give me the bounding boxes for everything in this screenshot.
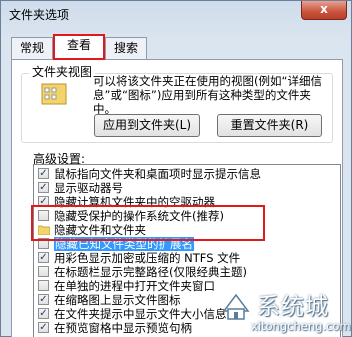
- checkbox[interactable]: ✓: [38, 252, 49, 263]
- folder-options-window: 文件夹选项 x 常规 查看 搜索 文件夹视图 可以将该文件夹正在使用的视图(例如…: [0, 0, 352, 337]
- checkbox[interactable]: [38, 280, 49, 291]
- watermark-domain: xitongcheng.com: [251, 319, 351, 333]
- close-button[interactable]: x: [301, 1, 347, 20]
- folder-view-label: 文件夹视图: [29, 63, 96, 80]
- checkbox[interactable]: [38, 266, 49, 277]
- folder-view-icon: [41, 83, 67, 105]
- tab-general[interactable]: 常规: [11, 37, 53, 59]
- checkbox[interactable]: ✓: [38, 308, 49, 319]
- tab-view[interactable]: 查看: [53, 34, 105, 60]
- watermark: 系统城 xitongcheng.com: [209, 287, 352, 337]
- title-bar: 文件夹选项 x: [1, 1, 351, 29]
- window-title: 文件夹选项: [9, 8, 70, 22]
- reset-folders-button[interactable]: 重置文件夹(R): [217, 114, 322, 137]
- checkbox[interactable]: ✓: [38, 168, 49, 179]
- watermark-brand: 系统城: [257, 294, 329, 320]
- folder-icon: [38, 225, 50, 235]
- checkbox[interactable]: [38, 210, 49, 221]
- tab-search[interactable]: 搜索: [105, 37, 147, 59]
- checkbox[interactable]: ✓: [38, 182, 49, 193]
- checkbox[interactable]: [38, 238, 49, 249]
- apply-to-folders-button[interactable]: 应用到文件夹(L): [94, 114, 200, 137]
- checkbox[interactable]: ✓: [38, 322, 49, 333]
- watermark-logo-icon: [222, 293, 250, 320]
- checkbox[interactable]: ✓: [38, 294, 49, 305]
- folder-view-description: 可以将该文件夹正在使用的视图(例如“详细信息”或“图标”)应用到所有这种类型的文…: [93, 74, 322, 116]
- checkbox[interactable]: ✓: [38, 196, 49, 207]
